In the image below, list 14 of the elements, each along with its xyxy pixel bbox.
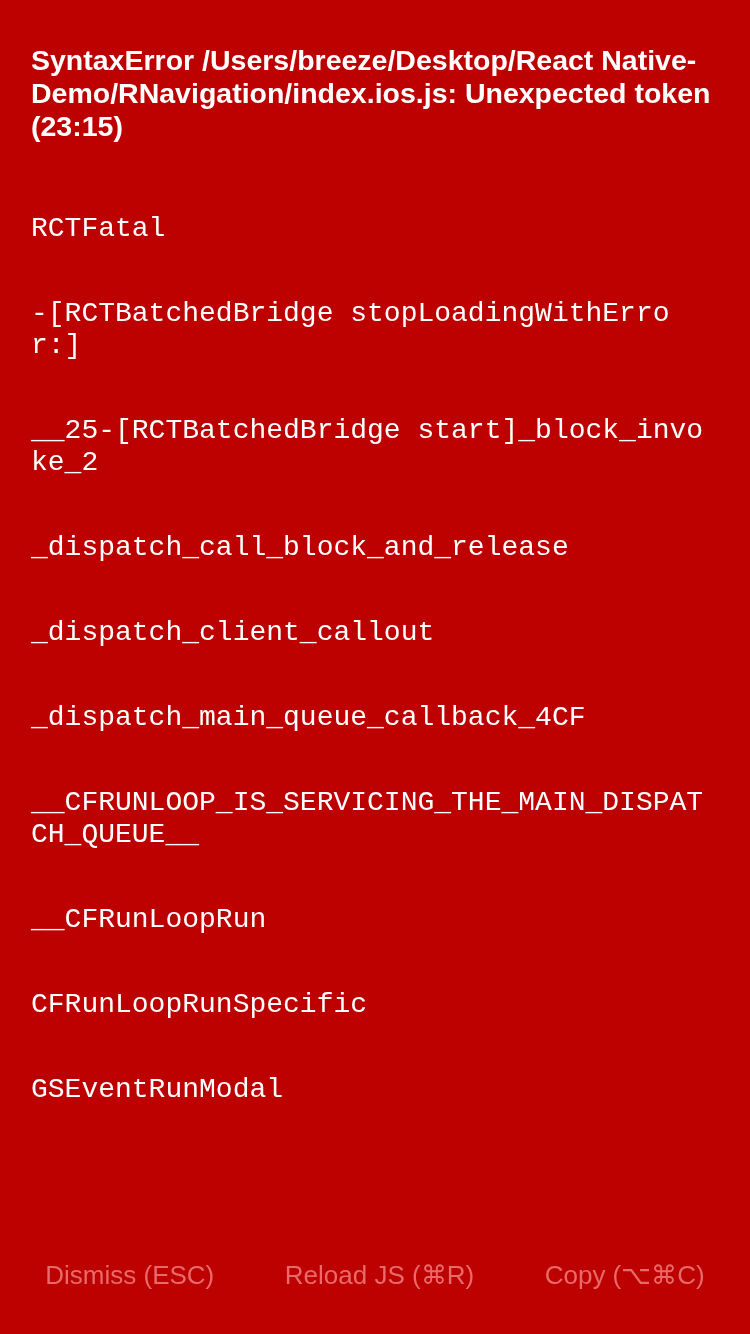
- stack-frame: __25-[RCTBatchedBridge start]_block_invoke_2: [31, 415, 704, 479]
- stack-frame: GSEventRunModal: [31, 1074, 704, 1106]
- stack-frame: _dispatch_main_queue_callback_4CF: [31, 702, 704, 734]
- action-button[interactable]: Copy (⌥⌘C): [538, 1252, 711, 1299]
- stack-frame: -[RCTBatchedBridge stopLoadingWithError:]: [31, 298, 704, 362]
- action-button[interactable]: Dismiss (ESC): [39, 1252, 221, 1299]
- stack-frame: _dispatch_call_block_and_release: [31, 532, 704, 564]
- error-message: SyntaxError /Users/breeze/Desktop/React Native-Demo/RNavigation/index.ios.js: Unexpected token (23:15): [31, 44, 712, 143]
- action-button[interactable]: Reload JS (⌘R): [278, 1252, 481, 1299]
- stack-frame: RCTFatal: [31, 213, 704, 245]
- stack-frame: __CFRunLoopRun: [31, 904, 704, 936]
- stack-frame: _dispatch_client_callout: [31, 617, 704, 649]
- stack-frame: CFRunLoopRunSpecific: [31, 989, 704, 1021]
- stack-frame: __CFRUNLOOP_IS_SERVICING_THE_MAIN_DISPATCH_QUEUE__: [31, 787, 704, 851]
